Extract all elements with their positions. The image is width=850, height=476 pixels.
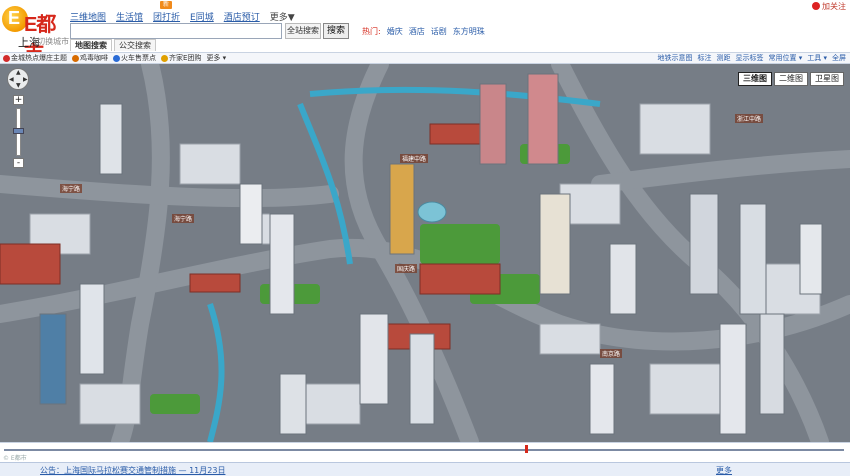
- top-nav: 三维地图 生活馆 新 团打折 E同城 酒店预订 更多▼: [70, 1, 295, 24]
- layer-hotspot[interactable]: 金城热点爆庄主题: [3, 53, 67, 64]
- map-type-switcher: 三维图 二维图 卫星图: [738, 72, 844, 86]
- layer-more-dropdown[interactable]: 更多 ▾: [206, 53, 226, 64]
- switch-city-link[interactable]: [切换城市]: [34, 36, 72, 47]
- tool-measure[interactable]: 测距: [717, 53, 731, 64]
- layer-label: 火车售票点: [121, 54, 156, 62]
- map-tools: 地铁示意图 标注 测距 显示标签 常用位置 ▾ 工具 ▾ 全屏: [658, 53, 847, 64]
- pan-right-icon[interactable]: ▶: [23, 76, 28, 83]
- tag-icon: [161, 55, 168, 62]
- copyright-text: © E都市: [3, 455, 27, 462]
- tool-fullscreen[interactable]: 全屏: [832, 53, 846, 64]
- road-label: 福建中路: [400, 154, 429, 163]
- road-label: 海宁路: [60, 184, 83, 193]
- pin-icon: [72, 55, 79, 62]
- header-bar: E E都市 上海 [切换城市] 三维地图 生活馆 新 团打折 E同城 酒店预订 …: [0, 0, 850, 65]
- zoom-in-button[interactable]: +: [13, 95, 24, 105]
- hot-item[interactable]: 婚庆: [387, 26, 403, 37]
- map-canvas[interactable]: 海宁路 国庆路 南京路 浙江中路 海宁路 福建中路 ▲ ▼ ◀ ▶ + - 三维…: [0, 64, 850, 442]
- new-badge: 新: [160, 1, 173, 9]
- road-label: 国庆路: [395, 264, 418, 273]
- hot-item[interactable]: 话剧: [431, 26, 447, 37]
- map-toolbar: 金城热点爆庄主题 鸡毒咖啡 火车售票点 齐家E团购 更多 ▾ 地铁示意图 标注 …: [0, 52, 850, 64]
- nav-group-buy[interactable]: 新 团打折: [153, 1, 181, 24]
- layer-label: 齐家E团购: [169, 54, 202, 62]
- notice-bar: 公告：上海国际马拉松赛交通管制措施 — 11月23日 更多: [0, 462, 850, 476]
- tool-mark[interactable]: 标注: [698, 53, 712, 64]
- search-button[interactable]: 搜索: [323, 23, 349, 39]
- layer-shortcuts: 金城热点爆庄主题 鸡毒咖啡 火车售票点 齐家E团购 更多 ▾: [3, 53, 226, 64]
- nav-e-city[interactable]: E同城: [190, 10, 214, 24]
- layer-label: 金城热点爆庄主题: [11, 54, 67, 62]
- map-type-2d[interactable]: 二维图: [774, 72, 808, 86]
- search-input[interactable]: [70, 23, 282, 39]
- nav-3d-map[interactable]: 三维地图: [70, 10, 106, 24]
- tool-frequent-places[interactable]: 常用位置 ▾: [769, 53, 803, 64]
- map-type-3d[interactable]: 三维图: [738, 72, 772, 86]
- zoom-out-button[interactable]: -: [13, 158, 24, 168]
- hot-item[interactable]: 东方明珠: [453, 26, 485, 37]
- hot-item[interactable]: 酒店: [409, 26, 425, 37]
- scale-marker: [525, 445, 528, 453]
- map-type-satellite[interactable]: 卫星图: [810, 72, 844, 86]
- scale-line: [4, 449, 844, 451]
- tab-map-search[interactable]: 地图搜索: [70, 39, 112, 51]
- hot-label: 热门:: [362, 27, 381, 36]
- train-icon: [113, 55, 120, 62]
- notice-link[interactable]: 公告：上海国际马拉松赛交通管制措施 — 11月23日: [40, 465, 225, 476]
- search-tabs: 地图搜索 公交搜索: [70, 39, 158, 51]
- map-scale-bar: © E都市: [0, 442, 850, 462]
- tool-show-labels[interactable]: 显示标签: [736, 53, 764, 64]
- nav-group-buy-label: 团打折: [153, 13, 181, 23]
- map-navigation-control: ▲ ▼ ◀ ▶ + -: [4, 68, 34, 168]
- pan-left-icon[interactable]: ◀: [9, 76, 14, 83]
- nav-hotel[interactable]: 酒店预订: [224, 10, 260, 24]
- layer-coffee[interactable]: 鸡毒咖啡: [72, 53, 108, 64]
- weibo-icon: [812, 2, 820, 10]
- tool-tools-menu[interactable]: 工具 ▾: [807, 53, 827, 64]
- tab-bus-search[interactable]: 公交搜索: [114, 39, 156, 51]
- layer-train-tickets[interactable]: 火车售票点: [113, 53, 156, 64]
- tool-subway-map[interactable]: 地铁示意图: [658, 53, 693, 64]
- hot-keywords: 热门: 婚庆 酒店 话剧 东方明珠: [362, 26, 485, 37]
- pan-control[interactable]: ▲ ▼ ◀ ▶: [7, 68, 29, 90]
- pan-down-icon[interactable]: ▼: [16, 82, 21, 89]
- road-label: 浙江中路: [735, 114, 764, 123]
- search-scope-button[interactable]: 全站搜索: [285, 23, 321, 39]
- heart-icon: [3, 55, 10, 62]
- zoom-slider-thumb[interactable]: [13, 128, 24, 134]
- brand-logo[interactable]: E E都市: [2, 4, 70, 65]
- layer-group-buy[interactable]: 齐家E团购: [161, 53, 201, 64]
- layer-label: 鸡毒咖啡: [80, 54, 108, 62]
- notice-more-link[interactable]: 更多: [716, 465, 732, 476]
- road-label: 南京路: [600, 349, 623, 358]
- pan-up-icon[interactable]: ▲: [16, 69, 21, 76]
- city-3d-illustration: [0, 64, 850, 442]
- nav-more-dropdown[interactable]: 更多▼: [270, 10, 295, 24]
- weibo-label: 加关注: [822, 1, 846, 11]
- road-label: 海宁路: [172, 214, 195, 223]
- weibo-follow-button[interactable]: 加关注: [812, 1, 846, 11]
- nav-life[interactable]: 生活馆: [116, 10, 143, 24]
